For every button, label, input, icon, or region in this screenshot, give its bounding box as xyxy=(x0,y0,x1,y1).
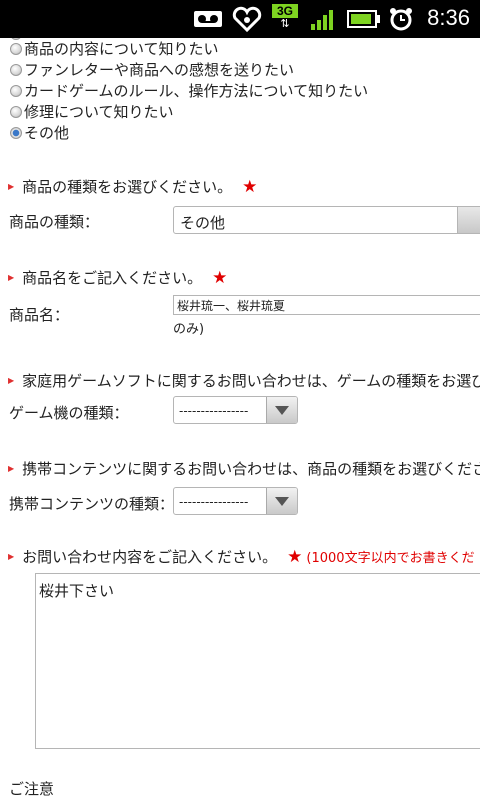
game-machine-select[interactable]: ---------------- xyxy=(173,396,298,424)
game-machine-value: ---------------- xyxy=(179,404,249,418)
mobile-content-select[interactable]: ---------------- xyxy=(173,487,298,515)
game-machine-heading: ▶ 家庭用ゲームソフトに関するお問い合わせは、ゲームの種類をお選び xyxy=(8,370,480,391)
required-star-icon: ★ xyxy=(242,176,258,197)
heading-text: 商品名をご記入ください。 xyxy=(22,269,203,287)
heart-icon xyxy=(232,6,262,32)
product-type-select[interactable]: その他 xyxy=(173,206,480,234)
radio-option-repair[interactable]: 修理について知りたい xyxy=(10,101,174,122)
required-star-icon: ★ xyxy=(212,267,228,288)
mobile-content-value: ---------------- xyxy=(179,495,249,509)
product-name-hint: のみ) xyxy=(173,322,205,337)
radio-button[interactable] xyxy=(10,63,22,76)
bullet-icon: ▶ xyxy=(8,273,15,282)
notice-label: ご注意 xyxy=(9,780,55,798)
signal-icon xyxy=(311,10,333,30)
select-arrow-icon[interactable] xyxy=(457,207,480,233)
inquiry-content-heading: ▶ お問い合わせ内容をご記入ください。 ★ (1000文字以内でお書きくだ xyxy=(8,546,475,567)
network-label: 3G xyxy=(272,4,298,18)
radio-button[interactable] xyxy=(10,105,22,118)
radio-label: 修理について知りたい xyxy=(24,103,174,121)
radio-option-card-game-rules[interactable]: カードゲームのルール、操作方法について知りたい xyxy=(10,80,368,101)
alarm-icon xyxy=(390,8,412,31)
mobile-content-heading: ▶ 携帯コンテンツに関するお問い合わせは、商品の種類をお選びくださ xyxy=(8,458,480,479)
inquiry-content-textarea[interactable]: 桜井下さい xyxy=(35,573,480,749)
required-star-icon: ★ xyxy=(287,546,303,567)
product-name-label: 商品名： xyxy=(9,306,70,324)
character-limit-note: (1000文字以内でお書きくだ xyxy=(306,551,475,566)
product-name-input[interactable]: 桜井琉一、桜井琉夏 xyxy=(173,295,480,315)
radio-label: 商品の内容について知りたい xyxy=(24,40,219,58)
radio-label: ファンレターや商品への感想を送りたい xyxy=(24,61,295,79)
radio-button[interactable] xyxy=(10,84,22,97)
product-name-heading: ▶ 商品名をご記入ください。 ★ xyxy=(8,267,227,288)
heading-text: お問い合わせ内容をご記入ください。 xyxy=(22,548,278,566)
network-3g-icon: 3G ⇅ xyxy=(272,4,300,34)
page-content: 商品の内容について知りたい ファンレターや商品への感想を送りたい カードゲームの… xyxy=(0,38,480,800)
bullet-icon: ▶ xyxy=(8,464,15,473)
radio-option-fan-letter[interactable]: ファンレターや商品への感想を送りたい xyxy=(10,59,294,80)
mobile-content-label: 携帯コンテンツの種類： xyxy=(9,495,175,513)
heading-text: 家庭用ゲームソフトに関するお問い合わせは、ゲームの種類をお選び xyxy=(22,372,480,390)
radio-button-selected[interactable] xyxy=(10,126,22,139)
bullet-icon: ▶ xyxy=(8,182,15,191)
radio-option-product-info[interactable]: 商品の内容について知りたい xyxy=(10,38,219,59)
battery-icon xyxy=(347,10,380,28)
bullet-icon: ▶ xyxy=(8,376,15,385)
radio-label: その他 xyxy=(24,124,70,142)
radio-option-other[interactable]: その他 xyxy=(10,122,69,143)
voicemail-icon xyxy=(194,11,222,27)
product-type-value: その他 xyxy=(180,214,226,232)
radio-button[interactable] xyxy=(10,42,22,55)
heading-text: 携帯コンテンツに関するお問い合わせは、商品の種類をお選びくださ xyxy=(22,460,480,478)
heading-text: 商品の種類をお選びください。 xyxy=(22,178,233,196)
dropdown-arrow-icon[interactable] xyxy=(266,488,297,514)
radio-label: カードゲームのルール、操作方法について知りたい xyxy=(24,82,369,100)
dropdown-arrow-icon[interactable] xyxy=(266,397,297,423)
game-machine-label: ゲーム機の種類： xyxy=(9,404,129,422)
status-bar: 3G ⇅ 8:36 xyxy=(0,0,480,38)
product-type-heading: ▶ 商品の種類をお選びください。 ★ xyxy=(8,176,257,197)
product-type-label: 商品の種類： xyxy=(9,213,100,231)
bullet-icon: ▶ xyxy=(8,552,15,561)
clock: 8:36 xyxy=(427,5,470,30)
